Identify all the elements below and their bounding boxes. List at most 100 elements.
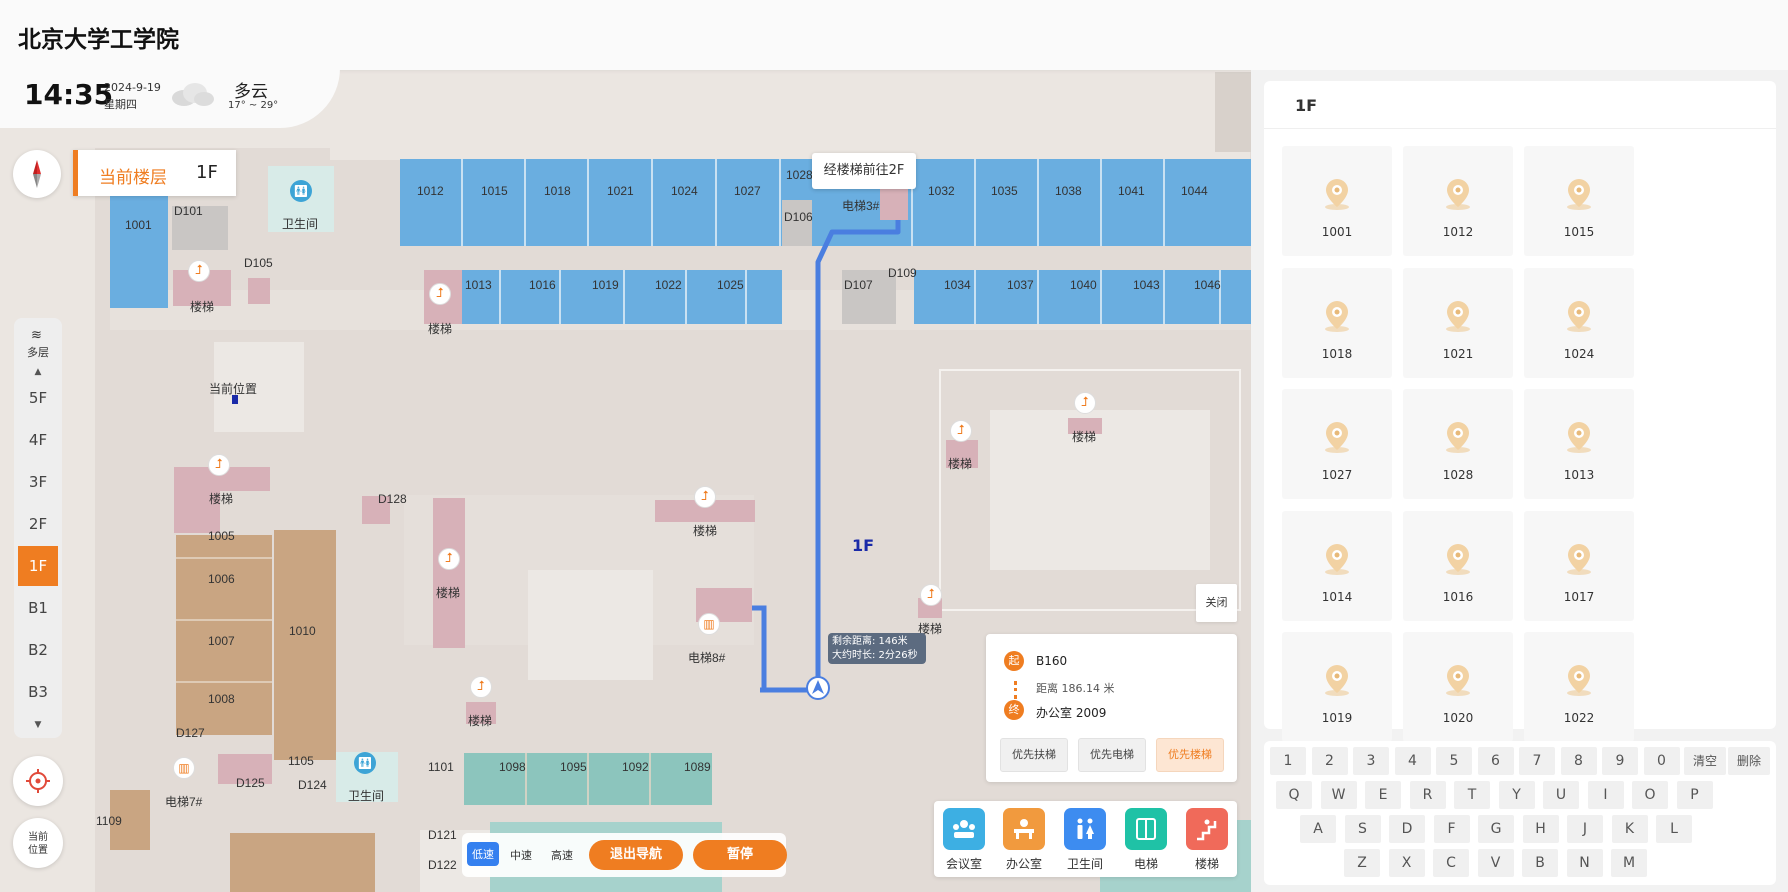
stairs-icon[interactable]: ⮥	[470, 676, 492, 698]
prefer-stairs-button[interactable]: 优先楼梯	[1156, 738, 1224, 772]
keyboard-key[interactable]: M	[1611, 849, 1647, 877]
room-label[interactable]: D109	[888, 266, 917, 280]
floor-option[interactable]: B3	[18, 672, 58, 712]
stairs-icon[interactable]: ⮥	[694, 486, 716, 508]
category-stairs[interactable]: 楼梯	[1185, 808, 1229, 872]
stairs-icon[interactable]: ⮥	[1074, 392, 1096, 414]
stairs-label[interactable]: 楼梯	[468, 712, 492, 729]
room-label[interactable]: 1089	[684, 760, 711, 774]
keyboard-key[interactable]: Z	[1344, 849, 1380, 877]
room-label[interactable]: 1044	[1181, 184, 1208, 198]
multi-floor-label[interactable]: 多层	[14, 344, 62, 360]
room-label[interactable]: 1016	[529, 278, 556, 292]
prefer-elevator-button[interactable]: 优先电梯	[1078, 738, 1146, 772]
room-label[interactable]: 1015	[481, 184, 508, 198]
speed-low[interactable]: 低速	[467, 842, 499, 866]
scroll-up-icon[interactable]: ▲	[14, 367, 62, 377]
keyboard-key[interactable]: 7	[1519, 747, 1555, 775]
room-label[interactable]: 1007	[208, 634, 235, 648]
room-label[interactable]: 1019	[592, 278, 619, 292]
keyboard-key[interactable]: 0	[1643, 747, 1680, 775]
keyboard-key[interactable]: G	[1478, 815, 1514, 843]
keyboard-key[interactable]: H	[1522, 815, 1559, 843]
locate-button[interactable]	[13, 756, 63, 806]
stairs-icon[interactable]: ⮥	[188, 260, 210, 282]
keyboard-key[interactable]: A	[1300, 815, 1336, 843]
room-card[interactable]: 1017	[1524, 510, 1634, 621]
stairs-label[interactable]: 楼梯	[190, 298, 214, 315]
keyboard-key[interactable]: 6	[1477, 747, 1514, 775]
keyboard-key[interactable]: 3	[1353, 747, 1389, 775]
keyboard-key[interactable]: S	[1344, 815, 1381, 843]
room-card[interactable]: 1028	[1403, 389, 1513, 499]
keyboard-key[interactable]: 8	[1560, 747, 1597, 775]
close-button[interactable]: 关闭	[1196, 584, 1237, 622]
stairs-label[interactable]: 楼梯	[1072, 428, 1096, 445]
room-label[interactable]: 1037	[1007, 278, 1034, 292]
room-label[interactable]: D105	[244, 256, 273, 270]
room-card[interactable]: 1021	[1403, 267, 1513, 378]
speed-mid[interactable]: 中速	[510, 847, 532, 863]
elevator-icon[interactable]: ▥	[173, 757, 195, 779]
pause-button[interactable]: 暂停	[693, 840, 787, 870]
room-label[interactable]: D124	[298, 778, 327, 792]
room-label[interactable]: 1043	[1133, 278, 1160, 292]
floor-option-active[interactable]: 1F	[18, 546, 58, 586]
room-card[interactable]: 1016	[1403, 510, 1513, 621]
keyboard-key[interactable]: T	[1454, 781, 1490, 809]
room-label[interactable]: D106	[784, 210, 813, 224]
room-card[interactable]: 1013	[1524, 389, 1634, 499]
room-label[interactable]: 1028	[786, 168, 813, 182]
keyboard-key[interactable]: B	[1522, 849, 1558, 877]
room-label[interactable]: 1046	[1194, 278, 1221, 292]
speed-high[interactable]: 高速	[551, 847, 573, 863]
keyboard-key[interactable]: I	[1587, 781, 1624, 809]
keyboard-key[interactable]: U	[1543, 781, 1579, 809]
room-label[interactable]: 1024	[671, 184, 698, 198]
restroom-icon[interactable]: 🚻︎	[290, 180, 312, 202]
layers-icon[interactable]: ≋	[31, 328, 42, 343]
keyboard-key[interactable]: 9	[1602, 747, 1638, 775]
room-label[interactable]: 1022	[655, 278, 682, 292]
floor-option[interactable]: B2	[18, 630, 58, 670]
room-card[interactable]: 1020	[1403, 632, 1513, 742]
room-label[interactable]: 1001	[125, 218, 152, 232]
keyboard-key[interactable]: 5	[1436, 747, 1472, 775]
room-label[interactable]: 1105	[288, 754, 314, 768]
keyboard-key[interactable]: 删除	[1728, 747, 1770, 775]
elevator-label[interactable]: 电梯3#	[842, 197, 879, 214]
category-elevator[interactable]: 电梯	[1124, 808, 1168, 872]
prefer-escalator-button[interactable]: 优先扶梯	[1000, 738, 1068, 772]
keyboard-key[interactable]: W	[1320, 781, 1357, 809]
room-label[interactable]: 1034	[944, 278, 971, 292]
room-label[interactable]: 1101	[428, 760, 454, 774]
stairs-label[interactable]: 楼梯	[693, 522, 717, 539]
elevator-label[interactable]: 电梯7#	[165, 793, 202, 810]
floor-option[interactable]: 3F	[18, 462, 58, 502]
room-card[interactable]: 1014	[1282, 510, 1392, 621]
stairs-label[interactable]: 楼梯	[428, 320, 452, 337]
keyboard-key[interactable]: 1	[1270, 747, 1306, 775]
room-label[interactable]: D107	[844, 278, 873, 292]
room-label[interactable]: 1012	[417, 184, 444, 198]
room-card[interactable]: 1027	[1282, 389, 1392, 499]
keyboard-key[interactable]: 2	[1311, 747, 1348, 775]
room-label[interactable]: 1041	[1118, 184, 1145, 198]
stairs-icon[interactable]: ⮥	[438, 548, 460, 570]
keyboard-key[interactable]: D	[1389, 815, 1425, 843]
stairs-label[interactable]: 楼梯	[209, 490, 233, 507]
room-card[interactable]: 1001	[1282, 146, 1392, 256]
stairs-icon[interactable]: ⮥	[920, 584, 942, 606]
stairs-icon[interactable]: ⮥	[429, 283, 451, 305]
keyboard-key[interactable]: O	[1632, 781, 1668, 809]
room-label[interactable]: 1095	[560, 760, 587, 774]
keyboard-key[interactable]: Y	[1498, 781, 1535, 809]
keyboard-key[interactable]: J	[1567, 815, 1603, 843]
keyboard-key[interactable]: E	[1365, 781, 1401, 809]
room-label[interactable]: 1010	[289, 624, 316, 638]
room-card[interactable]: 1024	[1524, 267, 1634, 378]
stairs-label[interactable]: 楼梯	[436, 584, 460, 601]
keyboard-key[interactable]: L	[1656, 815, 1692, 843]
room-card[interactable]: 1012	[1403, 146, 1513, 256]
room-label[interactable]: 1027	[734, 184, 761, 198]
